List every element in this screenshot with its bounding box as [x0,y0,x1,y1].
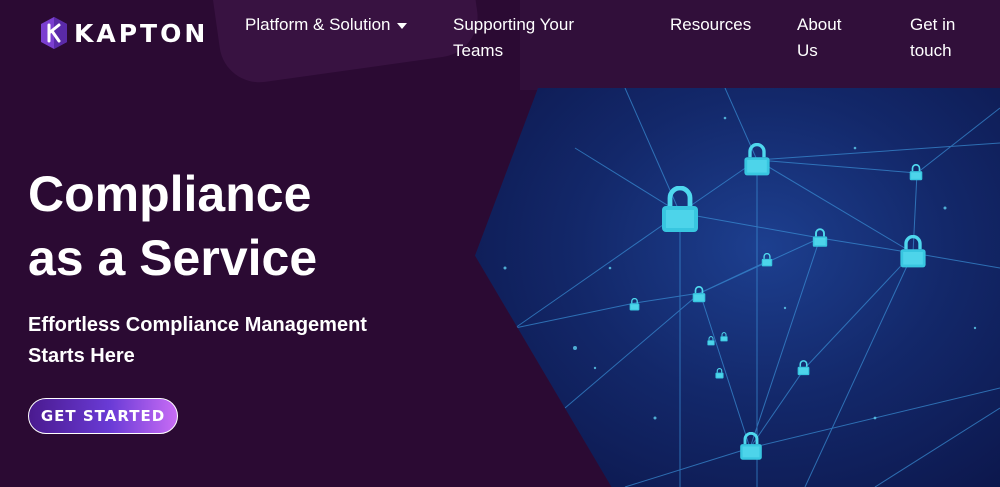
nav-resources-label: Resources [670,15,752,34]
hero-subtitle: Effortless Compliance Management Starts … [28,310,367,372]
get-started-button[interactable]: GET STARTED [28,398,178,434]
nav-about-us[interactable]: About Us [797,12,841,64]
hero-network-image [475,88,1000,487]
nav-contact-line2: touch [910,41,952,60]
hero-subtitle-line1: Effortless Compliance Management [28,314,367,336]
kapton-logo-icon [40,16,68,50]
brand-name: KAPTON [74,18,209,48]
nav-supporting-line1: Supporting Your [453,15,574,34]
hero-title-line2: as a Service [28,230,318,286]
hero-title: Compliance as a Service [28,162,317,290]
nav-about-line1: About [797,15,842,34]
hero-title-line1: Compliance [28,166,312,222]
nav-supporting-line2: Teams [453,41,504,60]
nav-get-in-touch[interactable]: Get in touch [910,12,955,64]
nav-platform-label: Platform & Solution [245,15,391,34]
nav-resources[interactable]: Resources [670,12,751,38]
chevron-down-icon [396,22,407,29]
nav-supporting-teams[interactable]: Supporting Your Teams [453,12,574,64]
nav-contact-line1: Get in [910,15,956,34]
brand-logo[interactable]: KAPTON [40,16,208,50]
nav-platform-solution[interactable]: Platform & Solution [245,12,407,38]
padlock-icons [629,143,927,461]
nav-about-line2: Us [797,41,818,60]
hero-subtitle-line2: Starts Here [28,345,135,367]
